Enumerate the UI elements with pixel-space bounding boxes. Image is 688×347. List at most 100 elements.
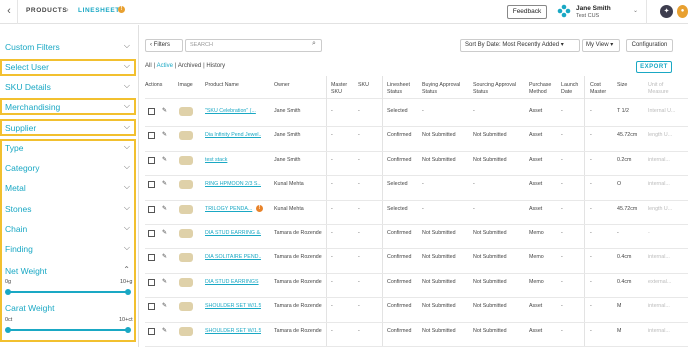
buying-approval-cell: - xyxy=(422,205,424,212)
edit-pencil-icon[interactable]: ✎ xyxy=(162,327,167,334)
breadcrumb-products[interactable]: PRODUCTS xyxy=(26,7,67,14)
column-header-purchase-method[interactable]: Purchase Method xyxy=(529,82,559,96)
column-header-launch-date[interactable]: Launch Date xyxy=(561,82,583,96)
product-name-link[interactable]: DIA STUD EARRING &... xyxy=(205,230,261,236)
chevron-down-icon: ⌵ xyxy=(123,81,130,90)
filter-type[interactable]: Type ⌵ xyxy=(0,140,136,156)
carat-weight-slider-track[interactable] xyxy=(8,329,128,331)
product-thumbnail[interactable] xyxy=(179,131,193,141)
net-weight-slider-track[interactable] xyxy=(8,291,128,293)
edit-pencil-icon[interactable]: ✎ xyxy=(162,156,167,163)
search-input[interactable]: SEARCH xyxy=(185,39,322,52)
export-button[interactable]: EXPORT xyxy=(636,61,672,73)
column-header-product-name[interactable]: Product Name xyxy=(205,82,255,89)
row-checkbox[interactable] xyxy=(148,132,155,140)
back-arrow-icon[interactable]: ‹ xyxy=(3,5,15,18)
column-header-size[interactable]: Size xyxy=(617,82,627,89)
tab-all[interactable]: All xyxy=(145,63,152,69)
filter-net-weight[interactable]: Net Weight ⌃ xyxy=(0,263,136,279)
carat-weight-min-handle[interactable] xyxy=(5,327,11,333)
net-weight-min-handle[interactable] xyxy=(5,289,11,295)
filter-chain[interactable]: Chain ⌵ xyxy=(0,221,136,237)
filter-stones[interactable]: Stones ⌵ xyxy=(0,201,136,217)
product-thumbnail[interactable] xyxy=(179,253,193,263)
column-header-master-sku[interactable]: Master SKU xyxy=(331,82,353,96)
product-name-link[interactable]: DIA SOLITAIRE PEND... xyxy=(205,254,261,260)
row-checkbox[interactable] xyxy=(148,230,155,237)
filter-custom-filters[interactable]: Custom Filters ⌵ xyxy=(0,39,136,55)
row-checkbox[interactable] xyxy=(148,327,155,335)
product-thumbnail[interactable] xyxy=(179,180,193,190)
product-thumbnail[interactable] xyxy=(179,229,193,238)
row-checkbox[interactable] xyxy=(148,254,155,262)
net-weight-max-handle[interactable] xyxy=(125,289,131,295)
linesheet-status-cell: Selected xyxy=(387,181,408,188)
product-name-link[interactable]: Dia Infinity Pend Jewel... xyxy=(205,132,261,138)
row-checkbox[interactable] xyxy=(148,303,155,311)
filter-category[interactable]: Category ⌵ xyxy=(0,160,136,176)
product-thumbnail[interactable] xyxy=(179,155,193,165)
configuration-button[interactable]: Configuration xyxy=(626,39,673,52)
search-icon[interactable]: ⌕ xyxy=(312,40,316,48)
view-dropdown[interactable]: My View ▾ xyxy=(582,39,620,52)
edit-pencil-icon[interactable]: ✎ xyxy=(162,205,167,212)
column-header-owner[interactable]: Owner xyxy=(274,82,290,89)
info-icon[interactable]: ! xyxy=(118,6,125,13)
product-name-link[interactable]: TRILOGY PENDA... xyxy=(205,206,261,212)
row-checkbox[interactable] xyxy=(148,108,155,115)
product-name-link[interactable]: RING HPMOON 2/3 S... xyxy=(205,181,261,187)
product-name-link[interactable]: SHOULDER SET W/1.5... xyxy=(205,328,261,334)
column-header-sourcing-approval[interactable]: Sourcing Approval Status xyxy=(473,82,525,96)
row-divider xyxy=(145,126,688,128)
edit-pencil-icon[interactable]: ✎ xyxy=(162,278,167,285)
tab-archived[interactable]: Archived xyxy=(178,63,201,69)
user-name[interactable]: Jane Smith xyxy=(576,5,611,12)
product-name-link[interactable]: "SKU Celebration" (... xyxy=(205,108,261,114)
filter-merchandising[interactable]: Merchandising ⌵ xyxy=(0,99,136,115)
column-header-cost-master[interactable]: Cost Master xyxy=(590,82,612,96)
column-divider xyxy=(382,76,383,347)
carat-weight-max-handle[interactable] xyxy=(125,327,131,333)
filter-select-user[interactable]: Select User ⌵ xyxy=(0,59,136,75)
edit-pencil-icon[interactable]: ✎ xyxy=(162,253,167,260)
warning-icon[interactable]: ! xyxy=(256,204,263,212)
sku-cell: - xyxy=(358,181,360,188)
row-checkbox[interactable] xyxy=(148,156,155,164)
chevron-down-icon[interactable]: ⌄ xyxy=(633,7,638,14)
column-header-unit[interactable]: Unit of Measure xyxy=(648,82,676,96)
row-checkbox[interactable] xyxy=(148,205,155,213)
tab-history[interactable]: History xyxy=(206,63,225,69)
column-header-sku[interactable]: SKU xyxy=(358,82,369,89)
product-name-link[interactable]: test stack xyxy=(205,157,261,163)
column-header-linesheet-status[interactable]: Linesheet Status xyxy=(387,82,417,96)
tab-active[interactable]: Active xyxy=(157,63,173,69)
sku-cell: - xyxy=(358,108,360,114)
linesheet-status-cell: Confirmed xyxy=(387,327,412,334)
edit-pencil-icon[interactable]: ✎ xyxy=(162,107,167,114)
filter-carat-weight[interactable]: Carat Weight xyxy=(0,300,136,316)
settings-icon[interactable]: ✦ xyxy=(660,5,673,18)
filter-finding[interactable]: Finding ⌵ xyxy=(0,241,136,257)
filter-supplier[interactable]: Supplier ⌵ xyxy=(0,120,136,136)
row-checkbox[interactable] xyxy=(148,181,155,189)
sort-dropdown[interactable]: Sort By Date: Most Recently Added ▾ xyxy=(460,39,580,52)
product-thumbnail[interactable] xyxy=(179,277,193,287)
edit-pencil-icon[interactable]: ✎ xyxy=(162,131,167,138)
column-header-buying-approval[interactable]: Buying Approval Status xyxy=(422,82,470,96)
edit-pencil-icon[interactable]: ✎ xyxy=(162,302,167,309)
filters-toggle-button[interactable]: ‹ Filters xyxy=(145,39,183,52)
row-checkbox[interactable] xyxy=(148,278,155,286)
edit-pencil-icon[interactable]: ✎ xyxy=(162,180,167,187)
filter-metal[interactable]: Metal ⌵ xyxy=(0,180,136,196)
cost-master-cell: - xyxy=(590,156,592,163)
feedback-button[interactable]: Feedback xyxy=(507,5,547,19)
filter-sku-details[interactable]: SKU Details ⌵ xyxy=(0,79,136,95)
notification-icon[interactable]: ● xyxy=(677,5,688,18)
product-thumbnail[interactable] xyxy=(179,326,193,336)
product-thumbnail[interactable] xyxy=(179,204,193,214)
edit-pencil-icon[interactable]: ✎ xyxy=(162,229,167,236)
product-thumbnail[interactable] xyxy=(179,302,193,312)
product-name-link[interactable]: SHOULDER SET W/1.5... xyxy=(205,303,261,309)
product-name-link[interactable]: DIA STUD EARRINGS xyxy=(205,279,261,285)
product-thumbnail[interactable] xyxy=(179,107,193,116)
